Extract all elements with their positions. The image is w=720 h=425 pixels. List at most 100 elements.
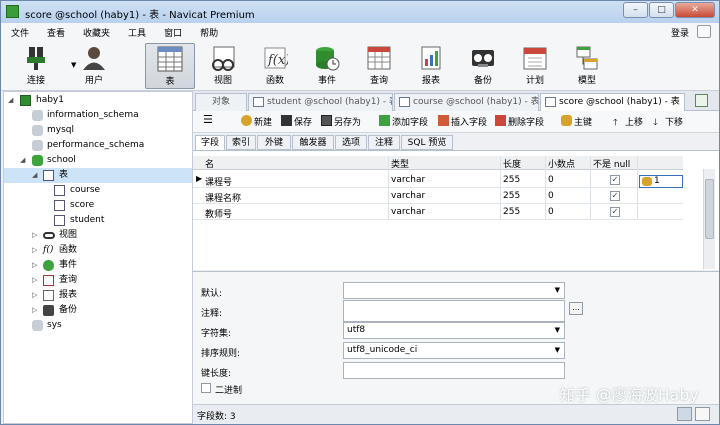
field-type-cell[interactable]: varchar <box>391 175 425 185</box>
function-button[interactable]: f(x) 函数 <box>250 43 300 89</box>
not-null-checkbox[interactable]: ✓ <box>610 191 620 201</box>
tab-options[interactable]: 选项 <box>335 135 367 150</box>
primary-key-button[interactable]: 主键 <box>561 115 592 128</box>
tab-score[interactable]: score @school (haby1) - 表 <box>540 93 685 112</box>
account-icon[interactable] <box>697 25 711 38</box>
report-button[interactable]: 报表 <box>406 43 456 89</box>
menu-view[interactable]: 查看 <box>37 26 73 39</box>
tree-item-mysql[interactable]: mysql <box>4 123 192 138</box>
grid-view-icon[interactable] <box>695 407 710 421</box>
tree-item-tables[interactable]: ◢ 表 <box>4 168 192 183</box>
insert-field-button[interactable]: 插入字段 <box>438 115 487 128</box>
key-length-field[interactable] <box>343 362 565 379</box>
tree-item-functions[interactable]: ▷ f() 函数 <box>4 243 192 258</box>
menu-favorites[interactable]: 收藏夹 <box>73 26 118 39</box>
chevron-down-icon[interactable]: ▼ <box>555 323 560 338</box>
tree-item-table-score[interactable]: score <box>4 198 192 213</box>
tree-item-performance-schema[interactable]: performance_schema <box>4 138 192 153</box>
move-down-button[interactable]: 🡓 下移 <box>653 115 683 128</box>
tab-triggers[interactable]: 触发器 <box>292 135 334 150</box>
field-length-cell[interactable]: 255 <box>503 175 520 185</box>
field-length-cell[interactable]: 255 <box>503 207 520 217</box>
chevron-down-icon[interactable]: ◢ <box>32 168 37 183</box>
column-header-length[interactable]: 长度 <box>503 157 521 170</box>
chevron-down-icon[interactable]: ◢ <box>20 153 25 168</box>
chevron-right-icon[interactable]: ▷ <box>32 228 37 243</box>
menu-help[interactable]: 帮助 <box>190 26 226 39</box>
table-row[interactable]: ▶ 课程号 varchar 255 0 ✓ <box>193 172 683 188</box>
tab-foreign-keys[interactable]: 外键 <box>257 135 291 150</box>
chevron-right-icon[interactable]: ▷ <box>32 258 37 273</box>
menu-file[interactable]: 文件 <box>1 26 37 39</box>
field-name-cell[interactable]: 课程名称 <box>205 191 241 204</box>
new-tab-icon[interactable] <box>695 94 708 107</box>
comment-field[interactable] <box>343 300 565 322</box>
tab-objects[interactable]: 对象 <box>195 93 247 111</box>
table-row[interactable]: 教师号 varchar 255 0 ✓ <box>193 204 683 220</box>
field-decimals-cell[interactable]: 0 <box>548 175 554 185</box>
not-null-checkbox[interactable]: ✓ <box>610 175 620 185</box>
schedule-button[interactable]: 计划 <box>510 43 560 89</box>
tree-item-table-course[interactable]: course <box>4 183 192 198</box>
connection-button[interactable]: 连接 ▼ <box>11 43 76 89</box>
column-header-name[interactable]: 名 <box>205 157 214 170</box>
tree-item-connection[interactable]: ◢ haby1 <box>4 93 192 108</box>
tree-item-table-student[interactable]: student <box>4 213 192 228</box>
field-name-cell[interactable]: 教师号 <box>205 207 232 220</box>
not-null-checkbox[interactable]: ✓ <box>610 207 620 217</box>
comment-edit-button[interactable]: ... <box>569 302 583 315</box>
form-view-icon[interactable] <box>677 407 692 421</box>
close-button[interactable]: ✕ <box>675 2 715 18</box>
primary-key-cell[interactable]: 1 <box>639 175 683 188</box>
new-button[interactable]: 新建 <box>241 115 272 128</box>
tab-student[interactable]: student @school (haby1) - 表 <box>248 93 393 111</box>
move-up-button[interactable]: 🡑 上移 <box>613 115 643 128</box>
chevron-right-icon[interactable]: ▷ <box>32 303 37 318</box>
field-decimals-cell[interactable]: 0 <box>548 191 554 201</box>
save-button[interactable]: 保存 <box>281 115 312 128</box>
model-button[interactable]: 模型 <box>562 43 612 89</box>
maximize-button[interactable]: □ <box>649 2 674 18</box>
default-select[interactable]: ▼ <box>343 282 565 299</box>
tab-course[interactable]: course @school (haby1) - 表 <box>394 93 539 111</box>
chevron-down-icon[interactable]: ▼ <box>555 343 560 358</box>
collation-select[interactable]: utf8_unicode_ci ▼ <box>343 342 565 359</box>
tree-item-school[interactable]: ◢ school <box>4 153 192 168</box>
view-button[interactable]: 视图 <box>198 43 248 89</box>
user-button[interactable]: 用户 <box>69 43 119 89</box>
table-row[interactable]: 课程名称 varchar 255 0 ✓ <box>193 188 683 204</box>
tree-item-events[interactable]: ▷ 事件 <box>4 258 192 273</box>
column-header-decimals[interactable]: 小数点 <box>548 157 575 170</box>
backup-button[interactable]: 备份 <box>458 43 508 89</box>
grid-scrollbar[interactable] <box>703 169 715 269</box>
table-button[interactable]: 表 <box>145 43 195 89</box>
tree-item-views[interactable]: ▷ 视图 <box>4 228 192 243</box>
scrollbar-thumb[interactable] <box>705 179 714 239</box>
chevron-right-icon[interactable]: ▷ <box>32 243 37 258</box>
tab-comment[interactable]: 注释 <box>368 135 400 150</box>
tab-fields[interactable]: 字段 <box>195 135 225 150</box>
tree-item-sys[interactable]: sys <box>4 318 192 333</box>
column-header-type[interactable]: 类型 <box>391 157 409 170</box>
minimize-button[interactable]: – <box>623 2 648 18</box>
chevron-down-icon[interactable]: ▼ <box>555 283 560 298</box>
menu-icon[interactable]: ☰ <box>203 113 213 126</box>
menu-window[interactable]: 窗口 <box>154 26 190 39</box>
add-field-button[interactable]: 添加字段 <box>379 115 428 128</box>
tree-item-queries[interactable]: ▷ 查询 <box>4 273 192 288</box>
charset-select[interactable]: utf8 ▼ <box>343 322 565 339</box>
field-name-cell[interactable]: 课程号 <box>205 175 232 188</box>
delete-field-button[interactable]: 删除字段 <box>495 115 544 128</box>
field-length-cell[interactable]: 255 <box>503 191 520 201</box>
save-as-button[interactable]: 另存为 <box>321 115 361 128</box>
login-link[interactable]: 登录 <box>671 26 689 39</box>
chevron-right-icon[interactable]: ▷ <box>32 288 37 303</box>
tree-item-reports[interactable]: ▷ 报表 <box>4 288 192 303</box>
chevron-down-icon[interactable]: ◢ <box>8 93 13 108</box>
menu-tools[interactable]: 工具 <box>118 26 154 39</box>
tree-item-backups[interactable]: ▷ 备份 <box>4 303 192 318</box>
binary-checkbox[interactable] <box>201 383 211 393</box>
field-type-cell[interactable]: varchar <box>391 207 425 217</box>
tree-item-information-schema[interactable]: information_schema <box>4 108 192 123</box>
event-button[interactable]: 事件 <box>302 43 352 89</box>
